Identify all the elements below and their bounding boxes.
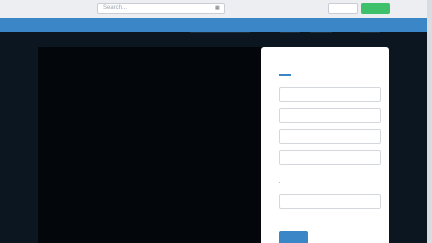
top-bar: Search... ▦ bbox=[0, 0, 432, 18]
form-field-3[interactable] bbox=[279, 129, 381, 144]
signup-form-panel bbox=[261, 47, 389, 243]
search-placeholder: Search... bbox=[103, 5, 128, 11]
signup-button[interactable] bbox=[361, 3, 390, 14]
login-button[interactable] bbox=[328, 3, 358, 14]
divider bbox=[190, 32, 250, 33]
submit-button[interactable] bbox=[279, 231, 308, 243]
search-icon[interactable]: ▦ bbox=[215, 6, 220, 11]
nav-bar bbox=[0, 18, 427, 32]
page: Search... ▦ bbox=[0, 0, 432, 243]
form-field-4[interactable] bbox=[279, 150, 381, 165]
divider bbox=[280, 32, 300, 33]
form-field-2[interactable] bbox=[279, 108, 381, 123]
video-player[interactable] bbox=[38, 47, 266, 243]
form-field-5[interactable] bbox=[279, 194, 381, 209]
search-input[interactable]: Search... ▦ bbox=[97, 3, 225, 14]
form-title-accent bbox=[279, 74, 291, 76]
scrollbar[interactable] bbox=[427, 0, 432, 243]
divider bbox=[310, 32, 332, 33]
form-label-marker bbox=[279, 182, 280, 183]
form-field-1[interactable] bbox=[279, 87, 381, 102]
divider bbox=[360, 32, 380, 33]
